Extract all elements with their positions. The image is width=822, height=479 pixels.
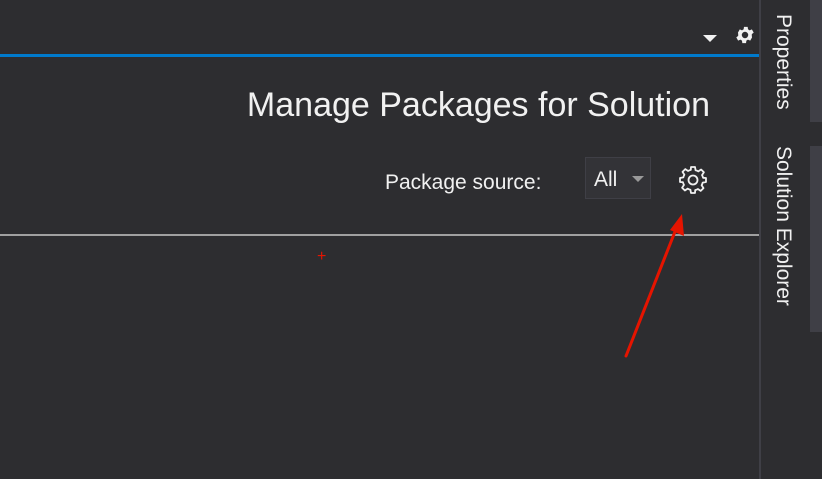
dock-tab-rail	[810, 0, 822, 122]
gear-icon	[736, 26, 754, 44]
package-source-value: All	[594, 168, 618, 191]
page-title: Manage Packages for Solution	[246, 86, 710, 124]
dock-tab-solution-explorer[interactable]: Solution Explorer	[771, 146, 795, 306]
caret-down-icon	[632, 176, 644, 182]
annotation-marker: +	[317, 248, 327, 265]
chevron-down-icon	[703, 35, 717, 42]
nuget-window: Manage Packages for Solution Package sou…	[0, 0, 822, 479]
package-source-settings-button[interactable]	[677, 164, 709, 196]
main-area: Manage Packages for Solution Package sou…	[0, 0, 759, 479]
dock-tab-properties[interactable]: Properties	[771, 14, 795, 110]
arrow-icon	[624, 214, 684, 358]
gear-icon	[679, 166, 707, 194]
active-tab-bar	[0, 54, 759, 57]
right-dock-panel: Properties Solution Explorer	[759, 0, 822, 479]
toolbar-strip	[0, 0, 759, 56]
window-settings-button[interactable]	[734, 24, 756, 46]
package-source-label: Package source:	[385, 171, 542, 194]
dock-tab-rail	[810, 146, 822, 332]
window-dropdown-button[interactable]	[700, 28, 720, 48]
package-source-dropdown[interactable]: All	[585, 157, 651, 199]
